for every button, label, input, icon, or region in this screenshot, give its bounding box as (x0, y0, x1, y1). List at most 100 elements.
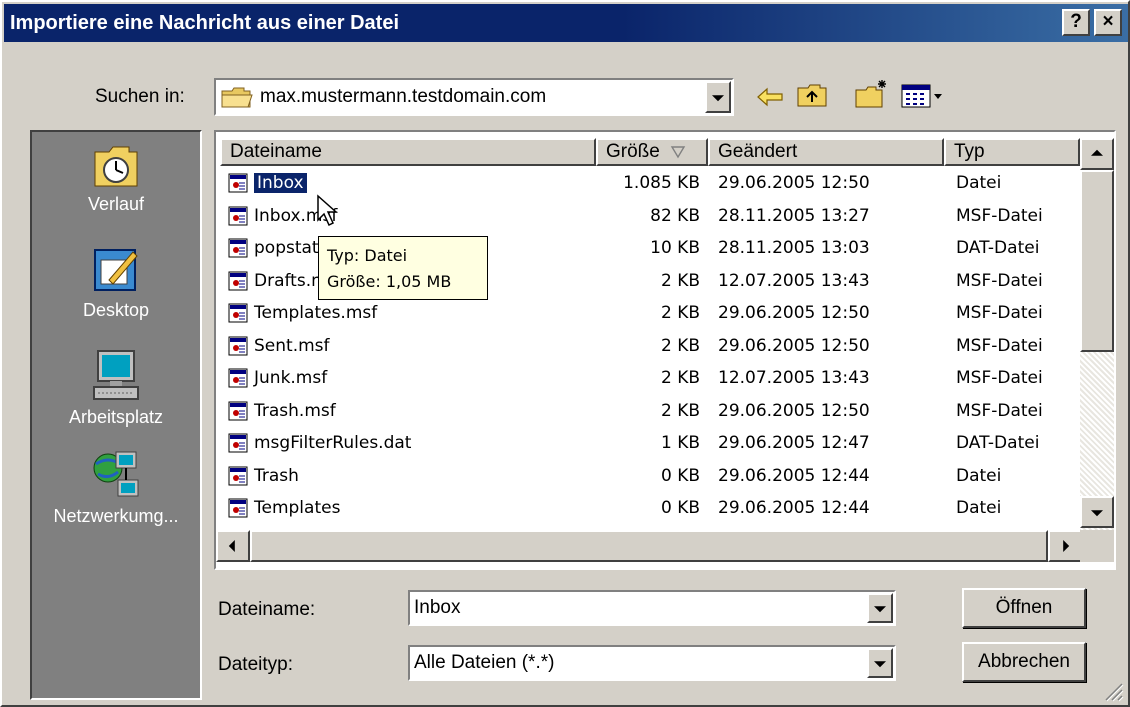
scroll-corner (1080, 530, 1114, 562)
back-arrow-icon[interactable] (754, 84, 786, 110)
help-button[interactable]: ? (1062, 9, 1090, 36)
file-modified: 12.07.2005 13:43 (718, 270, 870, 291)
file-list[interactable]: Dateiname Größe Geändert Typ Inbox 1.085 … (214, 130, 1116, 570)
file-type: Datei (956, 173, 1002, 193)
file-name[interactable]: Trash (254, 466, 299, 486)
scroll-left-button[interactable] (216, 530, 250, 562)
new-folder-icon[interactable] (854, 78, 890, 110)
column-header-modified[interactable]: Geändert (708, 138, 944, 166)
horizontal-scrollbar[interactable] (216, 530, 1082, 562)
file-row[interactable]: Junk.msf 2 KB 12.07.2005 13:43 MSF-Datei (216, 365, 1086, 393)
lookin-dropdown-button[interactable] (705, 81, 731, 113)
file-icon (228, 271, 248, 290)
file-size: 2 KB (660, 270, 700, 291)
filetype-combobox[interactable]: Alle Dateien (*.*) (408, 645, 896, 681)
file-icon (228, 498, 248, 518)
file-row[interactable]: msgFilterRules.dat 1 KB 29.06.2005 12:47 DA… (216, 430, 1086, 458)
file-size: 10 KB (650, 238, 700, 258)
file-row[interactable]: Inbox 1.085 KB 29.06.2005 12:50 Datei (216, 170, 1086, 198)
chevron-down-icon (874, 606, 886, 613)
place-mycomputer[interactable]: Arbeitsplatz (32, 347, 200, 428)
scroll-down-button[interactable] (1080, 496, 1114, 528)
filename-combobox[interactable]: Inbox (408, 590, 896, 626)
file-name[interactable]: Trash.msf (254, 401, 336, 421)
mouse-cursor-icon (317, 194, 338, 227)
file-icon (228, 466, 248, 485)
arrow-left-icon (228, 540, 235, 552)
file-size: 2 KB (660, 400, 700, 421)
computer-icon (93, 350, 139, 400)
column-header-name[interactable]: Dateiname (220, 138, 596, 166)
place-label: Arbeitsplatz (68, 407, 164, 427)
file-size: 2 KB (660, 303, 700, 323)
places-bar: Verlauf Desktop Arbeitsplatz Netzwerkumg… (30, 130, 202, 700)
open-button[interactable]: Öffnen (962, 588, 1086, 628)
place-label: Verlauf (87, 194, 145, 214)
file-name[interactable]: Templates.msf (254, 303, 377, 323)
file-type: MSF-Datei (956, 303, 1043, 323)
tooltip: Typ: Datei Größe: 1,05 MB (318, 236, 488, 300)
file-name[interactable]: Templates (254, 498, 340, 518)
place-history[interactable]: Verlauf (32, 142, 200, 215)
file-type: MSF-Datei (956, 335, 1043, 356)
file-type: MSF-Datei (956, 368, 1043, 388)
tooltip-type: Typ: Datei (327, 246, 408, 265)
chevron-down-icon (712, 95, 724, 102)
filename-value[interactable]: Inbox (414, 597, 460, 619)
file-icon (228, 238, 248, 258)
hscroll-thumb[interactable] (250, 530, 1048, 562)
history-icon (94, 146, 138, 187)
file-name[interactable]: Sent.msf (254, 336, 330, 356)
file-size: 2 KB (660, 368, 700, 388)
filetype-label: Dateityp: (218, 654, 293, 675)
filename-dropdown-button[interactable] (867, 593, 893, 623)
file-row[interactable]: Trash.msf 2 KB 29.06.2005 12:50 MSF-Datei (216, 398, 1086, 426)
up-folder-icon[interactable] (796, 82, 830, 110)
file-row[interactable]: Inbox.msf 82 KB 28.11.2005 13:27 MSF-Datei (216, 203, 1086, 231)
file-modified: 29.06.2005 12:50 (718, 400, 870, 421)
filetype-value: Alle Dateien (*.*) (414, 652, 555, 673)
file-row[interactable]: Templates.msf 2 KB 29.06.2005 12:50 MSF-Dat… (216, 300, 1086, 328)
file-modified: 29.06.2005 12:50 (718, 173, 870, 193)
sort-descending-icon (670, 146, 686, 159)
file-name[interactable]: msgFilterRules.dat (254, 433, 411, 453)
column-header-size[interactable]: Größe (596, 138, 708, 166)
filetype-dropdown-button[interactable] (867, 648, 893, 678)
file-size: 1 KB (660, 433, 700, 453)
cancel-button[interactable]: Abbrechen (962, 642, 1086, 682)
vertical-scrollbar[interactable] (1080, 138, 1114, 560)
place-label: Desktop (82, 300, 150, 320)
scroll-up-button[interactable] (1080, 138, 1114, 170)
view-menu-icon[interactable] (900, 82, 946, 110)
file-type: Datei (956, 498, 1002, 518)
file-icon (228, 368, 248, 388)
file-row[interactable]: Templates 0 KB 29.06.2005 12:44 Datei (216, 495, 1086, 523)
lookin-combobox[interactable]: max.mustermann.testdomain.com (214, 78, 734, 116)
file-name[interactable]: Junk.msf (254, 368, 327, 388)
lookin-label: Suchen in: (95, 86, 185, 107)
file-icon (228, 173, 248, 193)
file-row[interactable]: Sent.msf 2 KB 29.06.2005 12:50 MSF-Datei (216, 333, 1086, 361)
scroll-thumb[interactable] (1080, 170, 1114, 352)
place-desktop[interactable]: Desktop (32, 244, 200, 321)
file-row[interactable]: Trash 0 KB 29.06.2005 12:44 Datei (216, 463, 1086, 491)
file-name[interactable]: Inbox (253, 172, 308, 194)
title-bar[interactable]: Importiere eine Nachricht aus einer Date… (4, 4, 1128, 42)
arrow-right-icon (1063, 540, 1070, 552)
scroll-right-button[interactable] (1048, 530, 1082, 562)
file-type: MSF-Datei (956, 270, 1043, 291)
close-button[interactable]: × (1094, 9, 1122, 36)
window-title: Importiere eine Nachricht aus einer Date… (10, 11, 400, 34)
file-modified: 28.11.2005 13:27 (718, 205, 870, 226)
place-network[interactable]: Netzwerkumg... (32, 450, 200, 527)
resize-grip-icon[interactable] (1102, 680, 1124, 702)
file-size: 82 KB (650, 205, 700, 226)
file-size: 2 KB (660, 335, 700, 356)
import-dialog: Importiere eine Nachricht aus einer Date… (0, 0, 1130, 707)
column-name-label: Dateiname (230, 141, 322, 162)
column-header-type[interactable]: Typ (944, 138, 1080, 166)
file-icon (228, 303, 248, 323)
file-icon (228, 336, 248, 355)
file-modified: 12.07.2005 13:43 (718, 368, 870, 388)
file-size: 0 KB (660, 498, 700, 518)
